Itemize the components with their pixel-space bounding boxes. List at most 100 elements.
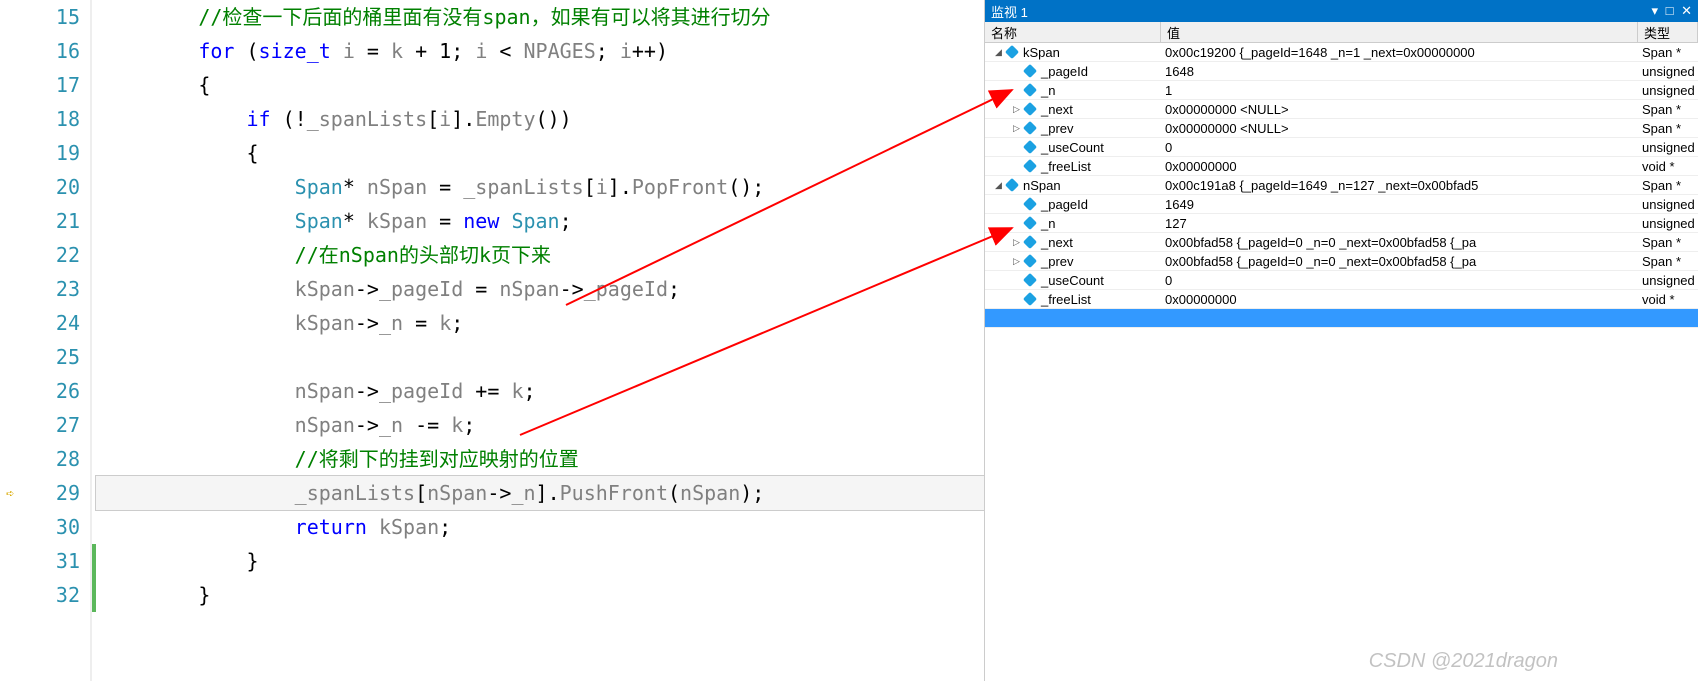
code-line[interactable]: } [96,544,984,578]
line-number: 22 [28,238,80,272]
watch-col-type[interactable]: 类型 [1638,22,1698,42]
watch-var-name: _next [1041,102,1073,117]
watch-var-value: 0x00c19200 {_pageId=1648 _n=1 _next=0x00… [1161,45,1638,60]
code-line[interactable]: } [96,578,984,612]
watch-var-name: _useCount [1041,273,1104,288]
collapse-icon[interactable]: ◢ [993,180,1004,191]
expand-icon[interactable]: ▷ [1011,104,1022,115]
code-line[interactable] [96,340,984,374]
watch-row[interactable]: ◢kSpan0x00c19200 {_pageId=1648 _n=1 _nex… [985,43,1698,62]
watermark-text: CSDN @2021dragon [1369,650,1558,673]
watch-var-value: 0 [1161,273,1638,288]
watch-var-value: 0x00c191a8 {_pageId=1649 _n=127 _next=0x… [1161,178,1638,193]
variable-icon [1024,122,1037,135]
watch-var-value: 0x00000000 <NULL> [1161,121,1638,136]
code-line[interactable]: for (size_t i = k + 1; i < NPAGES; i++) [96,34,984,68]
watch-var-name: _freeList [1041,292,1091,307]
line-number: 18 [28,102,80,136]
code-line[interactable]: { [96,136,984,170]
line-number: 19 [28,136,80,170]
watch-var-type: unsigned [1638,140,1698,155]
watch-rows-container: ◢kSpan0x00c19200 {_pageId=1648 _n=1 _nex… [985,43,1698,681]
variable-icon [1024,293,1037,306]
line-number: 20 [28,170,80,204]
watch-row[interactable]: ▷_freeList0x00000000void * [985,290,1698,309]
watch-var-type: unsigned [1638,197,1698,212]
line-number: 27 [28,408,80,442]
line-number: 15 [28,0,80,34]
watch-title-label: 监视 1 [991,2,1647,21]
watch-row[interactable]: ▷_next0x00000000 <NULL>Span * [985,100,1698,119]
watch-row[interactable]: ▷_useCount0unsigned [985,271,1698,290]
code-text-area[interactable]: //检查一下后面的桶里面有没有span，如果有可以将其进行切分 for (siz… [92,0,984,681]
variable-icon [1024,65,1037,78]
line-number: 32 [28,578,80,612]
watch-row[interactable]: ▷_n127unsigned [985,214,1698,233]
variable-icon [1024,160,1037,173]
watch-row[interactable]: ▷ _prev 0x00000000 <NULL>Span * [985,119,1698,138]
watch-row-empty[interactable] [985,309,1698,328]
code-line[interactable]: //在nSpan的头部切k页下来 [96,238,984,272]
expand-icon[interactable]: ▷ [1011,123,1022,134]
code-line[interactable]: nSpan->_n -= k; [96,408,984,442]
watch-row[interactable]: ▷_freeList0x00000000void * [985,157,1698,176]
watch-var-type: Span * [1638,121,1698,136]
watch-row[interactable]: ▷_n1unsigned [985,81,1698,100]
watch-col-name[interactable]: 名称 [985,22,1161,42]
breakpoint-margin[interactable]: ➪ [0,0,28,681]
code-line[interactable]: _spanLists[nSpan->_n].PushFront(nSpan); [96,476,984,510]
watch-row[interactable]: ▷_prev0x00bfad58 {_pageId=0 _n=0 _next=0… [985,252,1698,271]
expand-icon[interactable]: ▷ [1011,237,1022,248]
watch-title-bar[interactable]: 监视 1 ▾ □ ✕ [985,0,1698,22]
variable-icon [1024,217,1037,230]
watch-var-type: Span * [1638,45,1698,60]
code-line[interactable]: nSpan->_pageId += k; [96,374,984,408]
variable-icon [1024,274,1037,287]
line-number: 26 [28,374,80,408]
watch-var-name: _n [1041,83,1055,98]
watch-var-value: 0x00000000 [1161,159,1638,174]
collapse-icon[interactable]: ◢ [993,47,1004,58]
variable-icon [1024,255,1037,268]
watch-var-type: unsigned [1638,273,1698,288]
code-line[interactable]: kSpan->_n = k; [96,306,984,340]
watch-var-value: 1648 [1161,64,1638,79]
code-line[interactable]: { [96,68,984,102]
code-line[interactable]: //检查一下后面的桶里面有没有span，如果有可以将其进行切分 [96,0,984,34]
variable-icon [1006,179,1019,192]
code-line[interactable]: if (!_spanLists[i].Empty()) [96,102,984,136]
watch-row[interactable]: ▷_pageId1648unsigned [985,62,1698,81]
code-line[interactable]: //将剩下的挂到对应映射的位置 [96,442,984,476]
code-line[interactable]: kSpan->_pageId = nSpan->_pageId; [96,272,984,306]
expand-icon[interactable]: ▷ [1011,256,1022,267]
code-line[interactable]: Span* nSpan = _spanLists[i].PopFront(); [96,170,984,204]
dropdown-icon[interactable]: ▾ [1651,3,1658,18]
watch-var-name: _n [1041,216,1055,231]
watch-var-type: Span * [1638,254,1698,269]
variable-icon [1024,84,1037,97]
watch-var-value: 0x00000000 <NULL> [1161,102,1638,117]
watch-col-value[interactable]: 值 [1161,22,1638,42]
watch-row[interactable]: ◢ nSpan 0x00c191a8 {_pageId=1649 _n=127 _n… [985,176,1698,195]
line-number: 30 [28,510,80,544]
watch-var-type: unsigned [1638,83,1698,98]
watch-var-name: _prev [1041,121,1074,136]
maximize-icon[interactable]: □ [1666,3,1674,18]
watch-row[interactable]: ▷_useCount0unsigned [985,138,1698,157]
line-number: 21 [28,204,80,238]
line-number-gutter: 151617181920212223242526272829303132 [28,0,92,681]
code-line[interactable]: Span* kSpan = new Span; [96,204,984,238]
watch-var-value: 0x00bfad58 {_pageId=0 _n=0 _next=0x00bfa… [1161,254,1638,269]
watch-var-value: 0 [1161,140,1638,155]
watch-row[interactable]: ▷_pageId1649unsigned [985,195,1698,214]
line-number: 16 [28,34,80,68]
variable-icon [1006,46,1019,59]
code-line[interactable]: return kSpan; [96,510,984,544]
watch-var-value: 1 [1161,83,1638,98]
ide-window: ➪ 151617181920212223242526272829303132 /… [0,0,1698,681]
watch-var-name: nSpan [1023,178,1061,193]
watch-row[interactable]: ▷ _next 0x00bfad58 {_pageId=0 _n=0 _next=0… [985,233,1698,252]
watch-var-name: _next [1041,235,1073,250]
watch-var-value: 0x00bfad58 {_pageId=0 _n=0 _next=0x00bfa… [1161,235,1638,250]
close-icon[interactable]: ✕ [1681,3,1692,18]
